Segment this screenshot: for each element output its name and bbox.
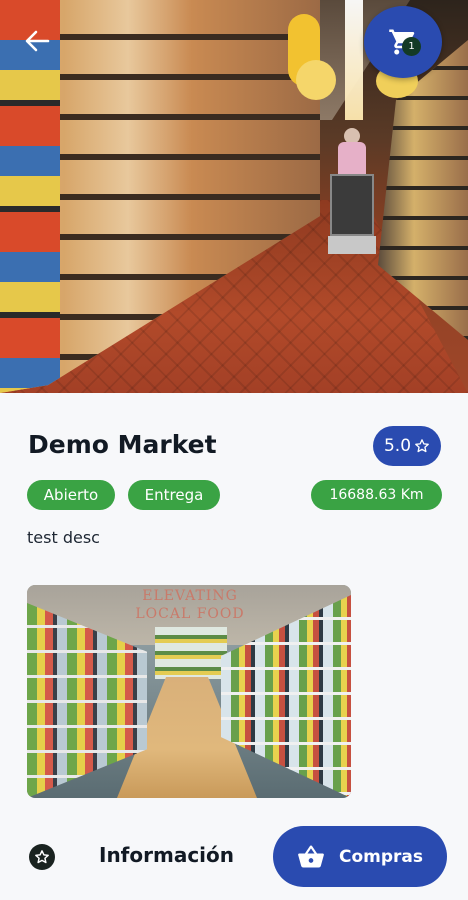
hero-hanging-sign <box>296 60 336 100</box>
info-tab[interactable]: Información <box>99 843 234 867</box>
delivery-tag: Entrega <box>128 480 220 510</box>
favorite-button[interactable] <box>29 844 55 870</box>
hero-shopper <box>328 128 376 256</box>
rating-badge: 5.0 <box>373 426 441 466</box>
cart-count-badge: 1 <box>402 37 421 56</box>
hero-ceiling-light <box>345 0 363 120</box>
status-tag-open: Abierto <box>27 480 115 510</box>
shop-button-label: Compras <box>339 846 424 867</box>
star-outline-icon <box>415 439 429 453</box>
store-name: Demo Market <box>28 430 217 459</box>
arrow-left-icon <box>25 30 50 52</box>
store-gallery-image[interactable]: ELEVATING LOCAL FOOD <box>27 585 351 798</box>
star-icon <box>35 850 49 864</box>
back-button[interactable] <box>22 26 52 56</box>
distance-badge: 16688.63 Km <box>311 480 442 510</box>
gallery-wall-text: ELEVATING LOCAL FOOD <box>135 588 245 622</box>
rating-value: 5.0 <box>383 436 412 456</box>
shop-button[interactable]: Compras <box>273 826 447 887</box>
store-description: test desc <box>27 528 100 547</box>
basket-icon <box>298 844 324 868</box>
